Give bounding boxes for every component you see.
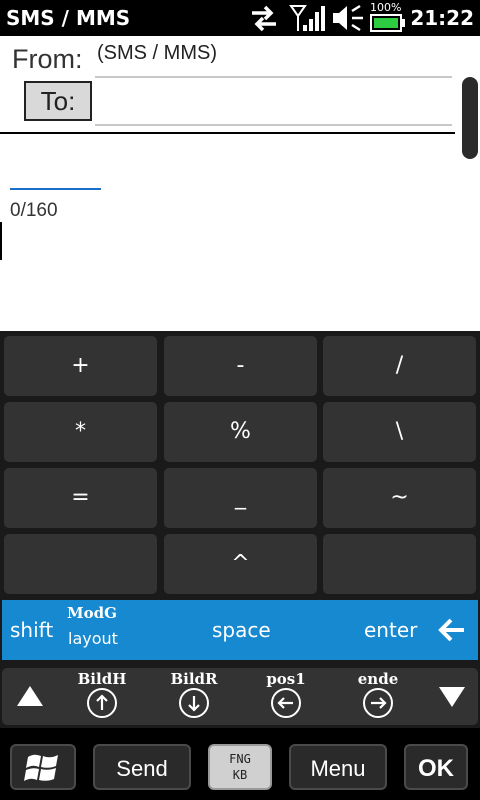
clock: 21:22 xyxy=(410,6,474,30)
page-down-label: BildR xyxy=(170,670,218,688)
key-underscore[interactable]: _ xyxy=(164,468,317,528)
keyboard-toggle-button[interactable]: FNG KB xyxy=(208,744,272,790)
end-button[interactable] xyxy=(363,688,393,718)
message-field-underline xyxy=(10,188,101,190)
left-arrow-icon xyxy=(277,697,293,709)
send-button[interactable]: Send xyxy=(93,744,191,790)
app-title: SMS / MMS xyxy=(6,6,131,30)
arrow-down-icon[interactable] xyxy=(438,685,466,709)
message-body-field[interactable] xyxy=(0,136,455,326)
backspace-icon[interactable] xyxy=(436,616,466,644)
enter-key[interactable]: enter xyxy=(364,618,417,642)
home-button[interactable] xyxy=(271,688,301,718)
scrollbar[interactable] xyxy=(462,77,478,159)
modg-label: ModG xyxy=(67,604,117,622)
page-up-button[interactable] xyxy=(87,688,117,718)
page-down-button[interactable] xyxy=(179,688,209,718)
key-percent[interactable]: % xyxy=(164,402,317,462)
navigation-row: BildH BildR pos1 ende xyxy=(2,668,478,725)
page-up-label: BildH xyxy=(77,670,127,688)
bottom-bar: Send FNG KB Menu OK xyxy=(0,728,480,800)
from-account[interactable]: (SMS / MMS) xyxy=(97,42,217,65)
key-caret[interactable]: ^ xyxy=(164,534,317,594)
keyboard-toggle-line2: KB xyxy=(232,768,248,782)
function-row: shift ModG layout space enter xyxy=(2,600,478,660)
to-button[interactable]: To: xyxy=(24,81,92,121)
battery-percent: 100% xyxy=(370,1,402,14)
key-blank-left[interactable] xyxy=(4,534,157,594)
key-tilde[interactable]: ~ xyxy=(323,468,476,528)
down-arrow-icon xyxy=(188,696,200,712)
signal-icon xyxy=(289,5,325,31)
home-label: pos1 xyxy=(266,670,306,688)
key-minus[interactable]: - xyxy=(164,336,317,396)
keyboard-toggle-line1: FNG xyxy=(229,752,251,766)
from-label: From: xyxy=(12,44,83,74)
layout-key[interactable]: layout xyxy=(68,629,118,648)
compose-area: From: (SMS / MMS) To: 0/160 xyxy=(0,36,480,331)
key-backslash[interactable]: \ xyxy=(323,402,476,462)
character-counter: 0/160 xyxy=(10,200,58,221)
battery-icon xyxy=(370,14,405,32)
from-underline xyxy=(95,76,452,78)
up-arrow-icon xyxy=(96,694,108,710)
right-arrow-icon xyxy=(371,697,387,709)
status-bar: SMS / MMS 100% 21:22 xyxy=(0,0,480,36)
end-label: ende xyxy=(357,670,399,688)
to-field[interactable] xyxy=(95,82,452,126)
key-plus[interactable]: + xyxy=(4,336,157,396)
windows-logo-icon xyxy=(24,754,58,781)
key-blank-right[interactable] xyxy=(323,534,476,594)
start-button[interactable] xyxy=(10,744,76,790)
space-key[interactable]: space xyxy=(212,618,271,642)
data-sync-icon xyxy=(252,5,276,32)
volume-icon xyxy=(333,4,363,32)
key-asterisk[interactable]: * xyxy=(4,402,157,462)
shift-key[interactable]: shift xyxy=(10,618,53,642)
text-caret xyxy=(0,222,2,260)
key-slash[interactable]: / xyxy=(323,336,476,396)
menu-button[interactable]: Menu xyxy=(289,744,387,790)
ok-button[interactable]: OK xyxy=(404,744,468,790)
arrow-up-icon[interactable] xyxy=(16,684,44,708)
key-equals[interactable]: = xyxy=(4,468,157,528)
header-divider xyxy=(0,132,455,134)
